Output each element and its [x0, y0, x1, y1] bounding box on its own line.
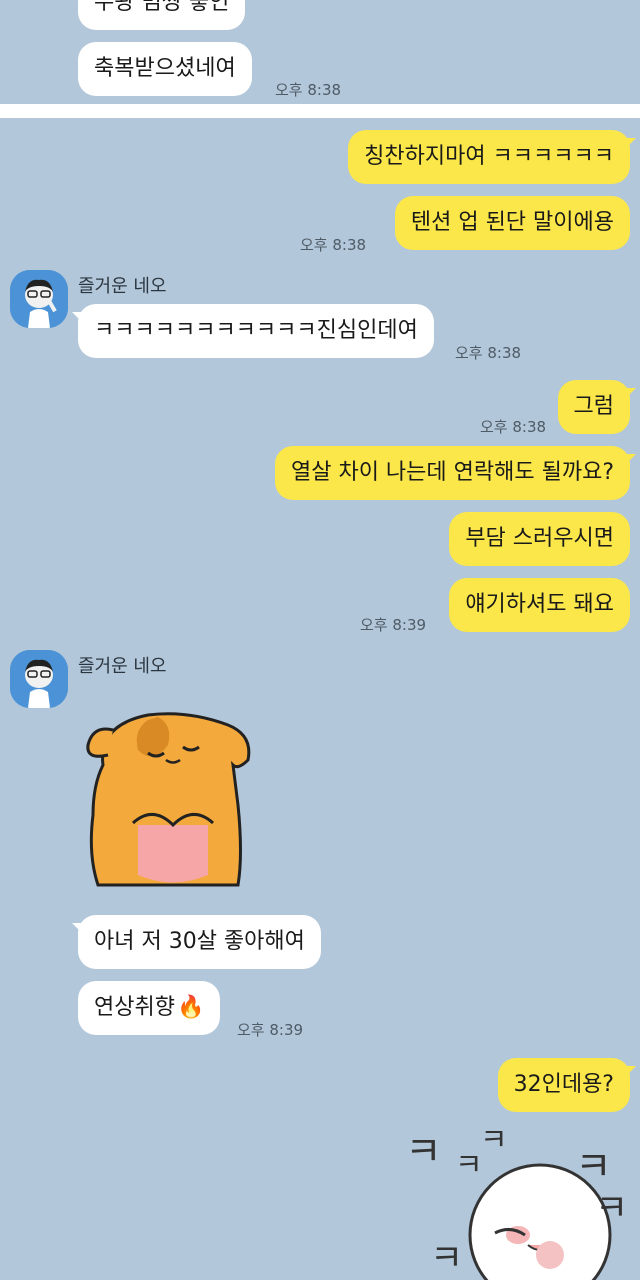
neo-avatar-icon: [10, 650, 68, 708]
message-text: 연상취향: [94, 995, 175, 1020]
screenshot-divider: [0, 104, 640, 118]
message-timestamp: 오후 8:38: [455, 344, 522, 362]
laughing-chick-sticker-icon[interactable]: ㅋ ㅋ ㅋ ㅋ ㅋ ㅋ: [400, 1123, 640, 1280]
svg-text:ㅋ: ㅋ: [480, 1125, 508, 1158]
message-text: 칭찬하지마여 ㅋㅋㅋㅋㅋㅋ: [364, 144, 614, 169]
neo-avatar-icon: [10, 270, 68, 328]
avatar[interactable]: [10, 650, 68, 708]
message-text: 아녀 저 30살 좋아해여: [94, 929, 305, 954]
message-bubble[interactable]: ㅋㅋㅋㅋㅋㅋㅋㅋㅋㅋㅋ진심인데여: [72, 304, 434, 358]
message-text: ㅋㅋㅋㅋㅋㅋㅋㅋㅋㅋㅋ진심인데여: [94, 318, 418, 343]
message-bubble[interactable]: 축복받으셨네여: [78, 42, 252, 96]
message-bubble-outgoing[interactable]: 얘기하셔도 돼요: [449, 578, 630, 632]
message-text: 얘기하셔도 돼요: [465, 592, 614, 617]
message-bubble-outgoing[interactable]: 열살 차이 나는데 연락해도 될까요?: [274, 446, 637, 500]
message-text: 그럼: [573, 394, 614, 419]
svg-text:ㅋ: ㅋ: [575, 1144, 612, 1190]
message-bubble-outgoing[interactable]: 텐션 업 된단 말이에용: [394, 196, 630, 250]
message-bubble-outgoing[interactable]: 32인데용?: [497, 1058, 637, 1112]
message-text: 축복받으셨네여: [94, 56, 236, 81]
fire-icon: 🔥: [176, 995, 205, 1020]
svg-text:ㅋ: ㅋ: [455, 1148, 483, 1183]
message-text: 텐션 업 된단 말이에용: [410, 210, 614, 235]
message-text: 열살 차이 나는데 연락해도 될까요?: [290, 460, 614, 485]
dog-hug-sticker-icon[interactable]: [78, 705, 258, 895]
svg-text:ㅋ: ㅋ: [405, 1129, 442, 1175]
message-timestamp: 오후 8:38: [300, 236, 367, 254]
sender-name: 즐거운 네오: [78, 656, 167, 677]
message-bubble-cutoff[interactable]: 우왕 멈짱 좋인: [78, 0, 246, 30]
message-bubble-outgoing[interactable]: 부담 스러우시면: [449, 512, 630, 566]
message-text: 우왕 멈짱 좋인: [94, 0, 230, 15]
chat-screen: 우왕 멈짱 좋인 축복받으셨네여 오후 8:38 칭찬하지마여 ㅋㅋㅋㅋㅋㅋ 텐…: [0, 0, 640, 1280]
message-timestamp: 오후 8:39: [360, 616, 427, 634]
sender-name: 즐거운 네오: [78, 276, 167, 297]
message-text: 부담 스러우시면: [465, 526, 614, 551]
message-text: 32인데용?: [513, 1072, 614, 1097]
svg-text:ㅋ: ㅋ: [430, 1238, 463, 1279]
svg-text:ㅋ: ㅋ: [595, 1188, 628, 1229]
message-bubble[interactable]: 아녀 저 30살 좋아해여: [72, 915, 321, 969]
message-timestamp: 오후 8:38: [275, 81, 342, 99]
avatar[interactable]: [10, 270, 68, 328]
message-bubble-outgoing[interactable]: 칭찬하지마여 ㅋㅋㅋㅋㅋㅋ: [348, 130, 636, 184]
message-bubble[interactable]: 연상취향 🔥: [78, 981, 221, 1035]
message-timestamp: 오후 8:38: [480, 418, 547, 436]
message-bubble-outgoing[interactable]: 그럼: [557, 380, 637, 434]
message-timestamp: 오후 8:39: [237, 1021, 304, 1039]
